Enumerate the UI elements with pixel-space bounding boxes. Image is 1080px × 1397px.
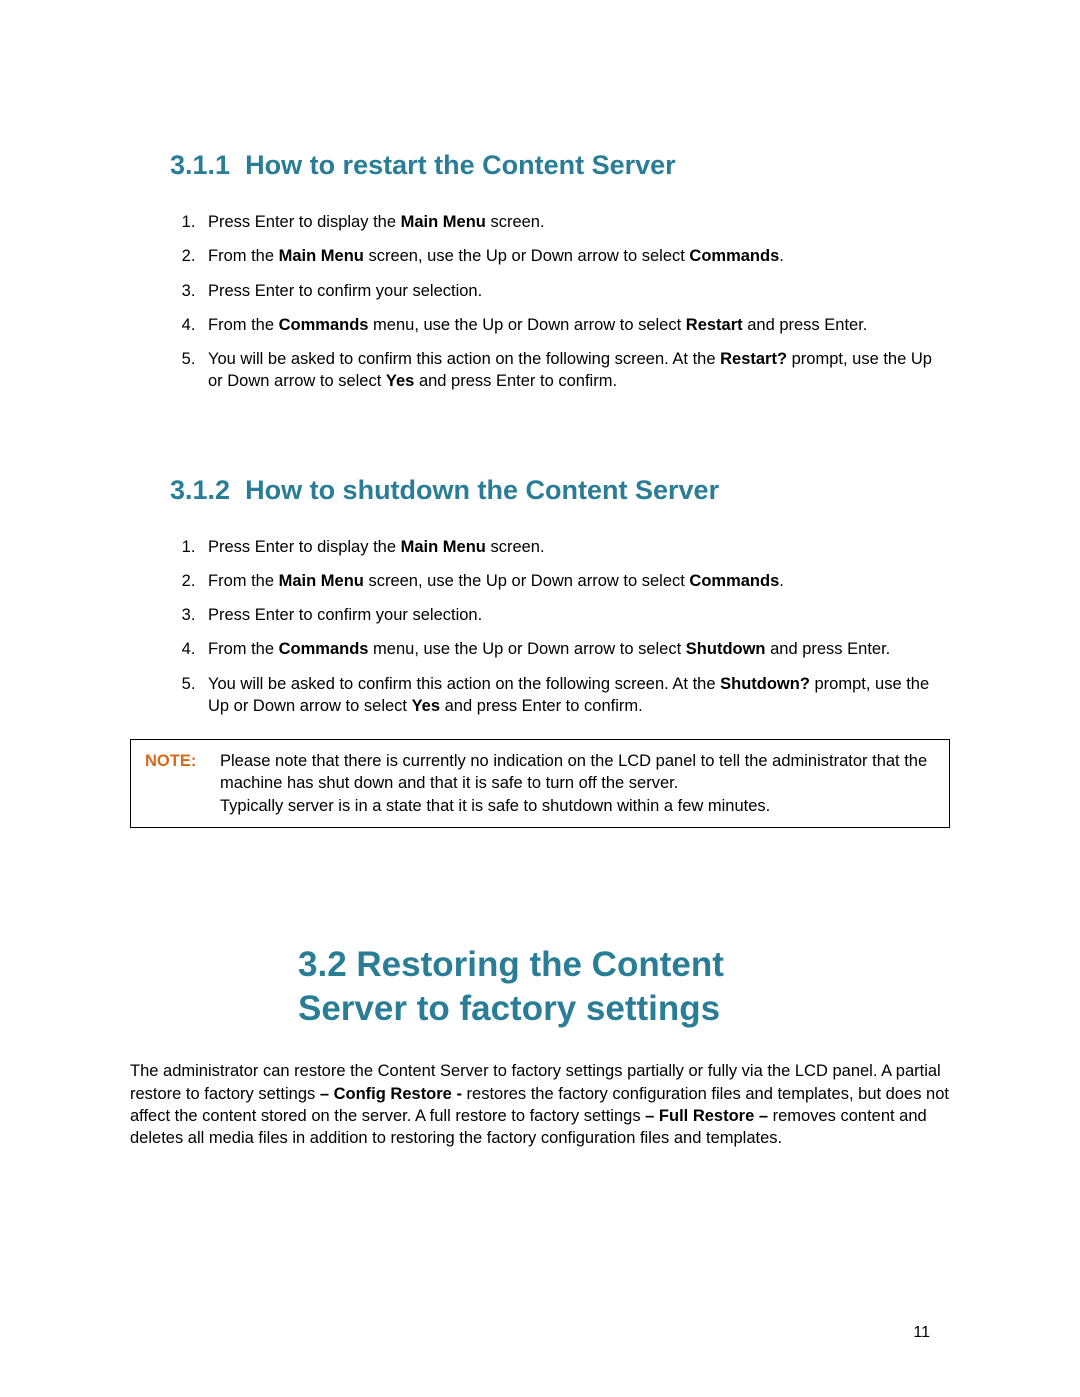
steps-list-311: Press Enter to display the Main Menu scr… <box>170 211 950 393</box>
section-3.2-paragraph: The administrator can restore the Conten… <box>130 1060 950 1149</box>
step-text: Press Enter to confirm your selection. <box>208 606 482 624</box>
note-label: NOTE: <box>145 750 220 817</box>
document-page: 3.1.1 How to restart the Content Server … <box>0 0 1080 1397</box>
step-text: screen, use the Up or Down arrow to sele… <box>364 572 690 590</box>
step-bold: Commands <box>689 572 779 590</box>
step-text: screen. <box>486 213 545 231</box>
page-number: 11 <box>913 1324 930 1342</box>
heading-3.1.2: 3.1.2 How to shutdown the Content Server <box>170 475 950 506</box>
section-number: 3.2 <box>298 945 347 984</box>
step-bold: Yes <box>412 697 440 715</box>
step-text: Press Enter to display the <box>208 538 401 556</box>
step-text: Press Enter to display the <box>208 213 401 231</box>
step-bold: Shutdown? <box>720 675 810 693</box>
step-text: and press Enter. <box>766 640 891 658</box>
step-item: You will be asked to confirm this action… <box>200 348 950 393</box>
note-line-1: Please note that there is currently no i… <box>220 750 935 795</box>
note-body: Please note that there is currently no i… <box>220 750 935 817</box>
section-title: How to shutdown the Content Server <box>245 475 719 505</box>
step-bold: Main Menu <box>401 213 486 231</box>
step-text: From the <box>208 572 279 590</box>
section-number: 3.1.1 <box>170 150 230 180</box>
step-text: You will be asked to confirm this action… <box>208 675 720 693</box>
note-box: NOTE: Please note that there is currentl… <box>130 739 950 828</box>
step-text: screen, use the Up or Down arrow to sele… <box>364 247 690 265</box>
step-text: menu, use the Up or Down arrow to select <box>368 640 685 658</box>
step-text: From the <box>208 247 279 265</box>
steps-list-312: Press Enter to display the Main Menu scr… <box>170 536 950 718</box>
step-text: and press Enter to confirm. <box>440 697 643 715</box>
step-item: Press Enter to display the Main Menu scr… <box>200 211 950 233</box>
step-text: menu, use the Up or Down arrow to select <box>368 316 685 334</box>
step-item: From the Commands menu, use the Up or Do… <box>200 314 950 336</box>
step-text: and press Enter to confirm. <box>414 372 617 390</box>
step-bold: Main Menu <box>279 247 364 265</box>
step-text: Press Enter to confirm your selection. <box>208 282 482 300</box>
step-item: From the Main Menu screen, use the Up or… <box>200 245 950 267</box>
step-bold: Yes <box>386 372 414 390</box>
step-bold: Restart? <box>720 350 787 368</box>
section-number: 3.1.2 <box>170 475 230 505</box>
step-item: From the Main Menu screen, use the Up or… <box>200 570 950 592</box>
step-text: From the <box>208 316 279 334</box>
step-item: From the Commands menu, use the Up or Do… <box>200 638 950 660</box>
step-bold: Commands <box>689 247 779 265</box>
step-text: screen. <box>486 538 545 556</box>
step-text: From the <box>208 640 279 658</box>
section-title: How to restart the Content Server <box>245 150 676 180</box>
para-bold-config-restore: – Config Restore - <box>320 1085 462 1103</box>
step-bold: Commands <box>279 316 369 334</box>
heading-3.2: 3.2 Restoring the Content Server to fact… <box>130 943 950 1031</box>
step-bold: Restart <box>686 316 743 334</box>
step-item: Press Enter to confirm your selection. <box>200 604 950 626</box>
step-bold: Main Menu <box>279 572 364 590</box>
step-text: You will be asked to confirm this action… <box>208 350 720 368</box>
step-item: Press Enter to display the Main Menu scr… <box>200 536 950 558</box>
para-bold-full-restore: – Full Restore – <box>645 1107 768 1125</box>
step-text: . <box>779 572 784 590</box>
step-bold: Commands <box>279 640 369 658</box>
step-bold: Shutdown <box>686 640 766 658</box>
heading-3.1.1: 3.1.1 How to restart the Content Server <box>170 150 950 181</box>
step-item: Press Enter to confirm your selection. <box>200 280 950 302</box>
step-bold: Main Menu <box>401 538 486 556</box>
step-item: You will be asked to confirm this action… <box>200 673 950 718</box>
step-text: and press Enter. <box>743 316 868 334</box>
note-line-2: Typically server is in a state that it i… <box>220 795 935 817</box>
section-title: Restoring the Content Server to factory … <box>298 945 724 1028</box>
step-text: . <box>779 247 784 265</box>
